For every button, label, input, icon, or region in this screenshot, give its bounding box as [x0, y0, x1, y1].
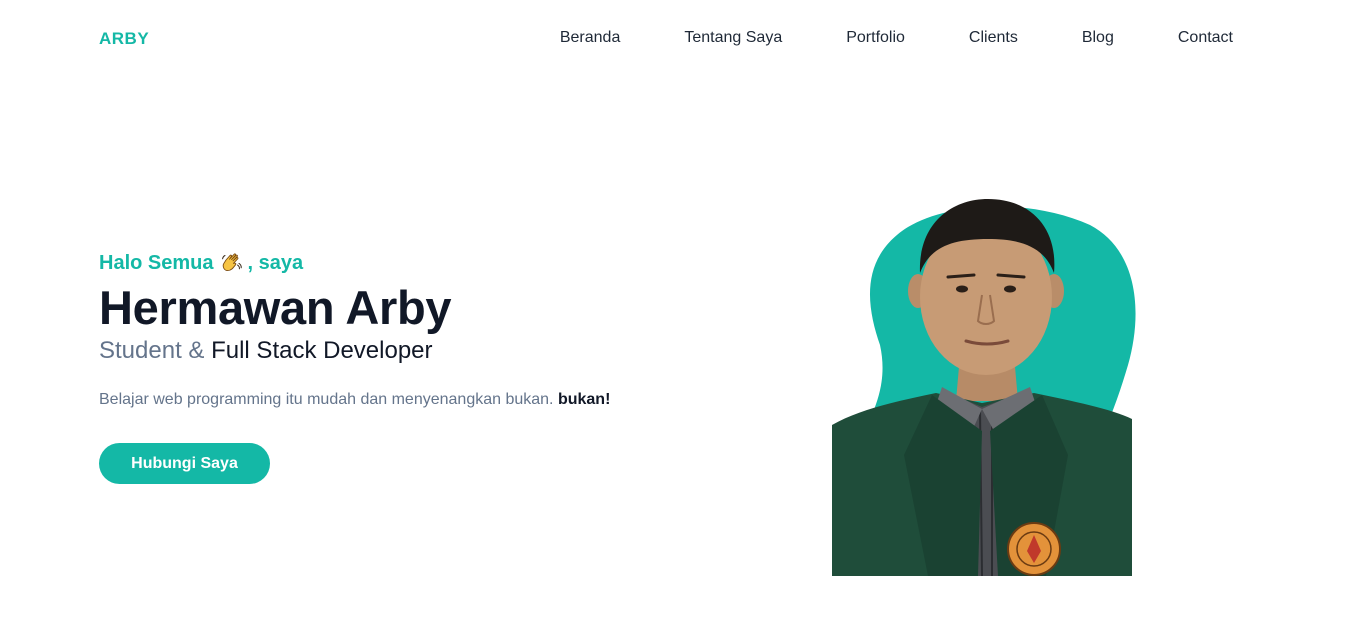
- main-nav: Beranda Tentang Saya Portfolio Clients B…: [560, 29, 1233, 47]
- greeting-text: Halo Semua: [99, 251, 214, 274]
- nav-link-beranda[interactable]: Beranda: [560, 29, 621, 47]
- nav-item: Blog: [1018, 29, 1114, 47]
- profile-photo: [832, 195, 1138, 576]
- role-developer: Full Stack Developer: [211, 337, 433, 364]
- brand-logo[interactable]: ARBY: [99, 29, 149, 49]
- nav-link-clients[interactable]: Clients: [969, 29, 1018, 47]
- nav-link-portfolio[interactable]: Portfolio: [846, 29, 905, 47]
- role-student: Student: [99, 337, 182, 364]
- page: ARBY Beranda Tentang Saya Portfolio Clie…: [0, 0, 1364, 632]
- contact-me-button[interactable]: Hubungi Saya: [99, 443, 270, 484]
- tagline-bold: bukan!: [557, 391, 611, 408]
- nav-item: Beranda: [560, 29, 621, 47]
- hero-role: Student & Full Stack Developer: [99, 336, 719, 366]
- greeting-suffix: , saya: [247, 251, 304, 274]
- hero-section: Halo Semua , saya Hermawan Arby Student …: [99, 250, 719, 484]
- nav-link-blog[interactable]: Blog: [1082, 29, 1114, 47]
- nav-link-tentang-saya[interactable]: Tentang Saya: [684, 29, 782, 47]
- nav-item: Portfolio: [782, 29, 905, 47]
- waving-hand-icon: [220, 251, 244, 275]
- tagline-text: Belajar web programming itu mudah dan me…: [99, 391, 554, 408]
- hero-name: Hermawan Arby: [99, 281, 452, 334]
- nav-item: Contact: [1114, 29, 1233, 47]
- hero-greeting: Halo Semua , saya: [99, 250, 719, 276]
- hero-tagline: Belajar web programming itu mudah dan me…: [99, 389, 719, 411]
- nav-link-contact[interactable]: Contact: [1178, 29, 1233, 47]
- nav-item: Tentang Saya: [620, 29, 782, 47]
- nav-item: Clients: [905, 29, 1018, 47]
- role-ampersand: &: [188, 337, 205, 364]
